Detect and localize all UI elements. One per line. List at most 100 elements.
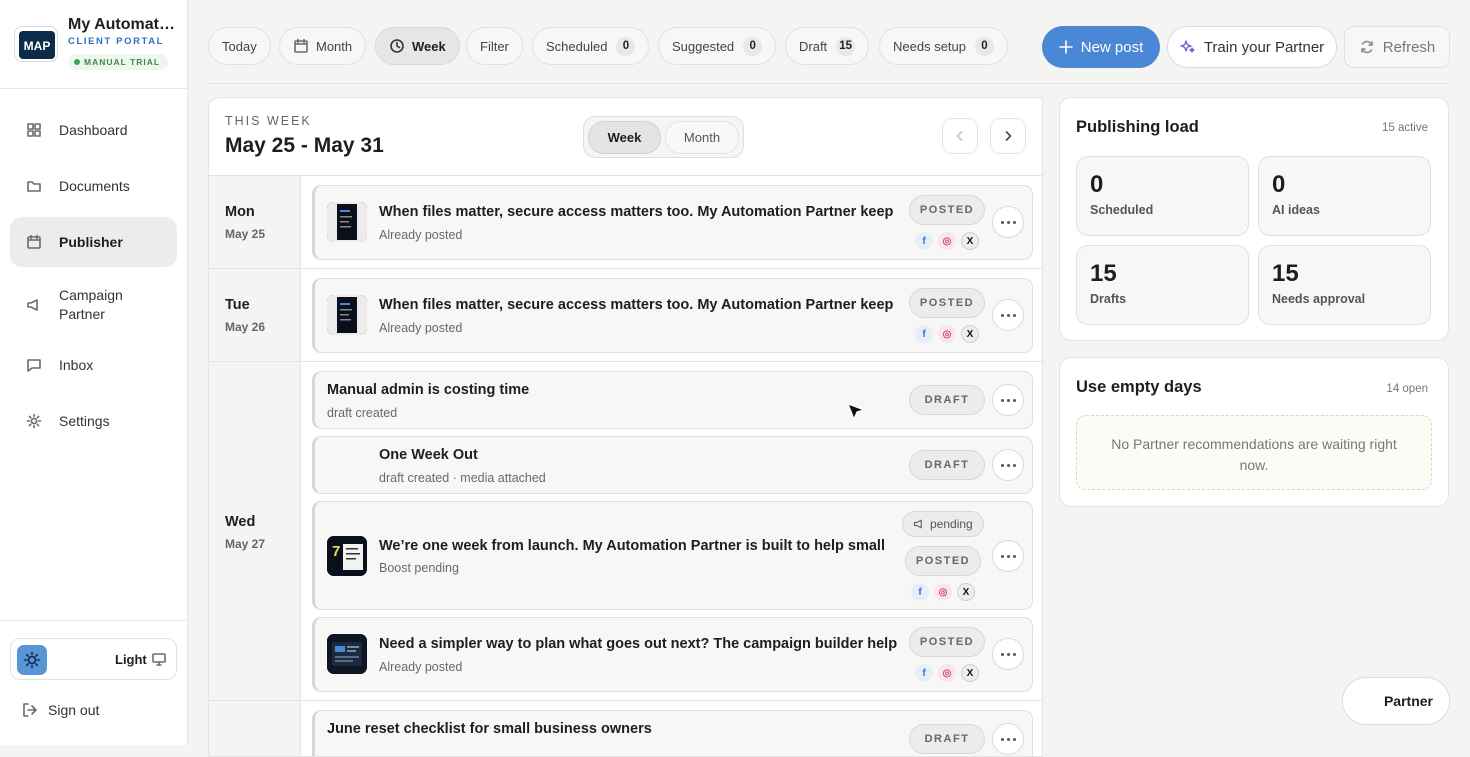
post-title: When files matter, secure access matters… (379, 297, 894, 313)
post-card[interactable]: Need a simpler way to plan what goes out… (312, 617, 1033, 692)
more-options-button[interactable] (992, 723, 1024, 755)
week-view-button[interactable]: Week (375, 27, 460, 65)
post-card[interactable]: Manual admin is costing time draft creat… (312, 371, 1033, 429)
social-icons: f ◎ X (915, 664, 984, 682)
month-view-button[interactable]: Month (279, 27, 367, 65)
filter-label: Filter (480, 38, 509, 54)
stat-card-scheduled[interactable]: 0 Scheduled (1076, 156, 1249, 236)
train-partner-label: Train your Partner (1203, 38, 1325, 56)
needs-setup-filter[interactable]: Needs setup 0 (879, 27, 1008, 65)
more-options-button[interactable] (992, 449, 1024, 481)
more-options-button[interactable] (992, 206, 1024, 238)
instagram-icon: ◎ (934, 583, 952, 601)
clock-icon (390, 39, 404, 53)
megaphone-icon (27, 299, 38, 311)
post-title: Need a simpler way to plan what goes out… (379, 636, 898, 652)
filter-button[interactable]: Filter (466, 27, 523, 65)
stat-card-needs-approval[interactable]: 15 Needs approval (1258, 245, 1431, 325)
draft-label: Draft (799, 38, 828, 54)
suggested-filter[interactable]: Suggested 0 (658, 27, 777, 65)
toggle-month[interactable]: Month (665, 121, 739, 154)
instagram-icon: ◎ (938, 232, 956, 250)
publishing-load-title: Publishing load (1076, 118, 1199, 136)
new-post-button[interactable]: New post (1042, 26, 1160, 68)
boost-pending-badge: pending (902, 511, 984, 537)
stat-card-drafts[interactable]: 15 Drafts (1076, 245, 1249, 325)
more-options-button[interactable] (992, 540, 1024, 572)
new-post-label: New post (1080, 38, 1144, 56)
logout-icon (23, 703, 37, 717)
sidebar-item-label: Publisher (59, 234, 123, 250)
divider (209, 361, 1042, 362)
post-subtitle: draft created (327, 406, 398, 420)
post-card[interactable]: When files matter, secure access matters… (312, 278, 1033, 353)
post-title: When files matter, secure access matters… (379, 204, 894, 220)
plus-icon (1058, 40, 1073, 54)
status-badge: DRAFT (909, 450, 985, 480)
chat-icon (27, 359, 41, 372)
post-card[interactable]: June reset checklist for small business … (312, 710, 1033, 756)
post-thumbnail: 7 (327, 536, 367, 576)
needs-setup-label: Needs setup (893, 38, 966, 54)
next-week-button[interactable] (990, 118, 1026, 154)
sidebar-item-campaign-partner[interactable]: Campaign Partner (10, 277, 177, 333)
stat-label: AI ideas (1272, 203, 1320, 217)
draft-filter[interactable]: Draft 15 (785, 27, 870, 65)
facebook-icon: f (915, 664, 933, 682)
prev-week-button[interactable] (942, 118, 978, 154)
sidebar-item-publisher[interactable]: Publisher (10, 217, 177, 267)
sidebar-item-inbox[interactable]: Inbox (10, 340, 177, 390)
sidebar-item-documents[interactable]: Documents (10, 161, 177, 211)
scheduled-filter[interactable]: Scheduled 0 (532, 27, 650, 65)
social-icons: f ◎ X (915, 232, 984, 250)
more-options-button[interactable] (992, 384, 1024, 416)
divider (0, 88, 187, 89)
partner-chat-button[interactable]: Partner (1342, 677, 1450, 725)
post-title: We’re one week from launch. My Automatio… (379, 538, 885, 554)
chevron-right-icon (1005, 131, 1012, 141)
more-options-button[interactable] (992, 638, 1024, 670)
post-card[interactable]: One Week Out draft created · media attac… (312, 436, 1033, 494)
sidebar-item-settings[interactable]: Settings (10, 396, 177, 446)
calendar-icon (27, 234, 41, 249)
facebook-icon: f (915, 232, 933, 250)
month-label: Month (316, 38, 353, 54)
today-button[interactable]: Today (208, 27, 271, 65)
theme-toggle[interactable]: Light (10, 638, 177, 680)
sidebar-item-dashboard[interactable]: Dashboard (10, 105, 177, 155)
stat-value: 0 (1090, 171, 1104, 198)
status-badge: POSTED (909, 627, 985, 657)
sidebar: MAP My Automati… CLIENT PORTAL MANUAL TR… (0, 0, 188, 745)
divider (0, 620, 187, 621)
week-label: Week (412, 38, 446, 54)
calendar-icon (294, 38, 308, 53)
toggle-week[interactable]: Week (588, 121, 661, 154)
brand-title: My Automati… (68, 16, 178, 33)
post-subtitle: draft created · media attached (379, 471, 546, 485)
post-thumbnail (327, 202, 367, 242)
post-card[interactable]: When files matter, secure access matters… (312, 185, 1033, 260)
post-thumbnail (327, 634, 367, 674)
brand[interactable]: MAP My Automati… CLIENT PORTAL MANUAL TR… (14, 14, 184, 74)
more-options-button[interactable] (992, 299, 1024, 331)
chevron-left-icon (956, 131, 963, 141)
day-name: Mon (225, 204, 255, 220)
post-subtitle: Already posted (379, 660, 463, 674)
brand-logo: MAP (14, 26, 58, 62)
refresh-button[interactable]: Refresh (1344, 26, 1450, 68)
post-card[interactable]: 7 We’re one week from launch. My Automat… (312, 501, 1033, 610)
pending-label: pending (930, 517, 973, 531)
x-icon: X (961, 664, 979, 682)
empty-days-message: No Partner recommendations are waiting r… (1076, 415, 1432, 490)
suggested-label: Suggested (672, 38, 735, 54)
train-partner-button[interactable]: Train your Partner (1167, 26, 1337, 68)
sign-out-button[interactable]: Sign out (22, 700, 99, 720)
mouse-cursor-icon (847, 403, 865, 420)
facebook-icon: f (911, 583, 929, 601)
stat-value: 0 (1272, 171, 1286, 198)
status-badge: DRAFT (909, 724, 985, 754)
stat-card-ai-ideas[interactable]: 0 AI ideas (1258, 156, 1431, 236)
megaphone-icon (913, 519, 922, 529)
status-badge: POSTED (909, 288, 985, 318)
stat-label: Needs approval (1272, 292, 1366, 306)
